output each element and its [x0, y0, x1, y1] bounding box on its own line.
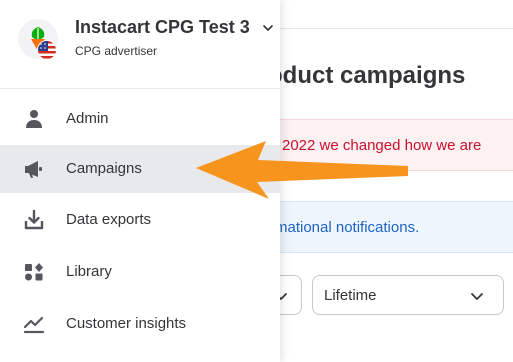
page-title: oduct campaigns — [268, 62, 466, 89]
date-range-select[interactable]: Lifetime — [312, 275, 504, 315]
alert-banner-text: 2022 we changed how we are — [282, 137, 482, 154]
account-menu: Instacart CPG Test 3 CPG advertiser Admi… — [0, 0, 280, 362]
menu-item-library[interactable]: Library — [0, 248, 280, 296]
info-banner-text: rmational notifications. — [270, 219, 420, 236]
chevron-down-icon — [263, 25, 273, 31]
account-role: CPG advertiser — [75, 44, 158, 58]
person-icon — [26, 110, 42, 128]
download-tray-icon — [24, 209, 44, 230]
menu-item-data-exports[interactable]: Data exports — [0, 196, 280, 244]
alert-banner: 2022 we changed how we are — [268, 119, 513, 171]
us-flag-icon — [37, 40, 57, 60]
chevron-down-icon — [471, 293, 483, 300]
date-range-value: Lifetime — [324, 287, 377, 304]
menu-item-label: Customer insights — [66, 315, 187, 332]
trend-line-icon — [23, 316, 45, 334]
menu-item-campaigns[interactable]: Campaigns — [0, 145, 280, 193]
info-banner: rmational notifications. — [268, 201, 513, 253]
menu-divider — [0, 88, 280, 89]
menu-item-label: Admin — [66, 110, 109, 127]
megaphone-icon — [25, 161, 42, 178]
menu-item-admin[interactable]: Admin — [0, 95, 280, 143]
account-switcher[interactable]: Instacart CPG Test 3 CPG advertiser — [0, 0, 280, 75]
menu-item-label: Data exports — [66, 211, 152, 228]
menu-item-label: Campaigns — [66, 160, 142, 177]
menu-item-customer-insights[interactable]: Customer insights — [0, 300, 280, 348]
menu-item-label: Library — [66, 263, 112, 280]
library-icon — [25, 263, 43, 281]
account-name: Instacart CPG Test 3 — [75, 17, 250, 37]
